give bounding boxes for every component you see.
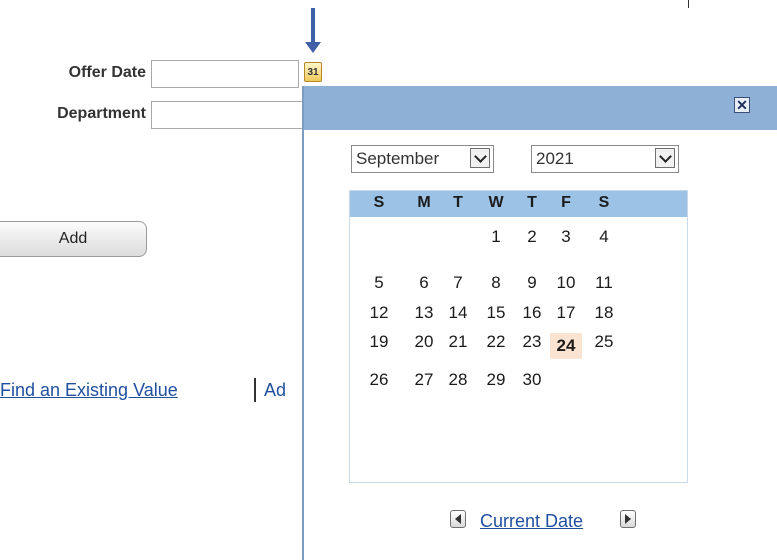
calendar-day[interactable]: 26 (363, 367, 395, 393)
find-existing-value-link[interactable]: Find an Existing Value (0, 380, 178, 401)
close-icon[interactable]: ✕ (734, 97, 750, 113)
department-input[interactable] (151, 101, 311, 129)
year-select-value: 2021 (536, 149, 574, 168)
calendar-day[interactable]: 28 (442, 367, 474, 393)
calendar-day[interactable]: 3 (550, 224, 582, 250)
calendar-day-today[interactable]: 24 (550, 333, 582, 359)
calendar-icon-text: 31 (307, 66, 319, 78)
arrow-right-icon[interactable] (620, 510, 636, 528)
calendar-day[interactable]: 10 (550, 270, 582, 296)
calendar-day[interactable]: 6 (408, 270, 440, 296)
weekday-label: S (598, 194, 610, 211)
calendar-day[interactable]: 21 (442, 329, 474, 355)
calendar-day[interactable]: 12 (363, 300, 395, 326)
calendar-day[interactable]: 1 (480, 224, 512, 250)
calendar-popup-header: ✕ (304, 86, 777, 130)
weekday-label: T (453, 194, 463, 211)
calendar-day[interactable]: 27 (408, 367, 440, 393)
calendar-day[interactable]: 11 (588, 270, 620, 296)
current-date-wrapper: Current Date (480, 511, 583, 532)
prev-month-button[interactable] (450, 510, 466, 528)
calendar-day[interactable]: 7 (442, 270, 474, 296)
offer-date-label: Offer Date (68, 64, 146, 81)
calendar-day[interactable]: 30 (516, 367, 548, 393)
annotation-arrow (311, 8, 315, 44)
weekday-label: M (417, 194, 431, 211)
add-new-value-link[interactable]: Ad (264, 380, 286, 401)
link-separator (254, 378, 256, 402)
chevron-down-icon[interactable] (655, 148, 675, 168)
calendar-day[interactable]: 23 (516, 329, 548, 355)
calendar-day[interactable]: 9 (516, 270, 548, 296)
calendar-day[interactable]: 2 (516, 224, 548, 250)
calendar-day[interactable]: 29 (480, 367, 512, 393)
calendar-day[interactable]: 13 (408, 300, 440, 326)
calendar-day[interactable]: 19 (363, 329, 395, 355)
next-month-button[interactable] (620, 510, 636, 528)
month-select[interactable]: September (351, 145, 494, 173)
calendar-day[interactable]: 20 (408, 329, 440, 355)
department-label: Department (57, 105, 146, 122)
calendar-day[interactable]: 18 (588, 300, 620, 326)
weekday-label: S (373, 194, 385, 211)
chevron-down-icon[interactable] (470, 148, 490, 168)
weekday-label: F (561, 194, 571, 211)
calendar-day[interactable]: 14 (442, 300, 474, 326)
weekday-label: T (527, 194, 537, 211)
current-date-link[interactable]: Current Date (480, 511, 583, 532)
calendar-day[interactable]: 5 (363, 270, 395, 296)
calendar-day[interactable]: 15 (480, 300, 512, 326)
offer-date-input[interactable] (151, 60, 299, 88)
month-select-value: September (356, 149, 440, 168)
calendar-popup: ✕ September 2021 SMTWTFS 1 2 3 4 5 6 7 8 9 10 11 12… (302, 86, 777, 560)
calendar-day[interactable]: 4 (588, 224, 620, 250)
calendar-day[interactable]: 22 (480, 329, 512, 355)
calendar-icon[interactable]: 31 (304, 62, 322, 82)
year-select[interactable]: 2021 (531, 145, 679, 173)
annotation-arrow-head (305, 42, 321, 53)
arrow-left-icon[interactable] (450, 510, 466, 528)
weekday-header: SMTWTFS (350, 191, 687, 217)
corner-mark (688, 0, 689, 8)
calendar-day[interactable]: 16 (516, 300, 548, 326)
calendar-day[interactable]: 17 (550, 300, 582, 326)
weekday-label: W (488, 194, 504, 211)
add-button[interactable]: Add (0, 221, 147, 257)
calendar-grid: SMTWTFS 1 2 3 4 5 6 7 8 9 10 11 12 13 14 15 16 17 18 19 20 2… (349, 190, 688, 483)
calendar-day[interactable]: 8 (480, 270, 512, 296)
calendar-day[interactable]: 25 (588, 329, 620, 355)
